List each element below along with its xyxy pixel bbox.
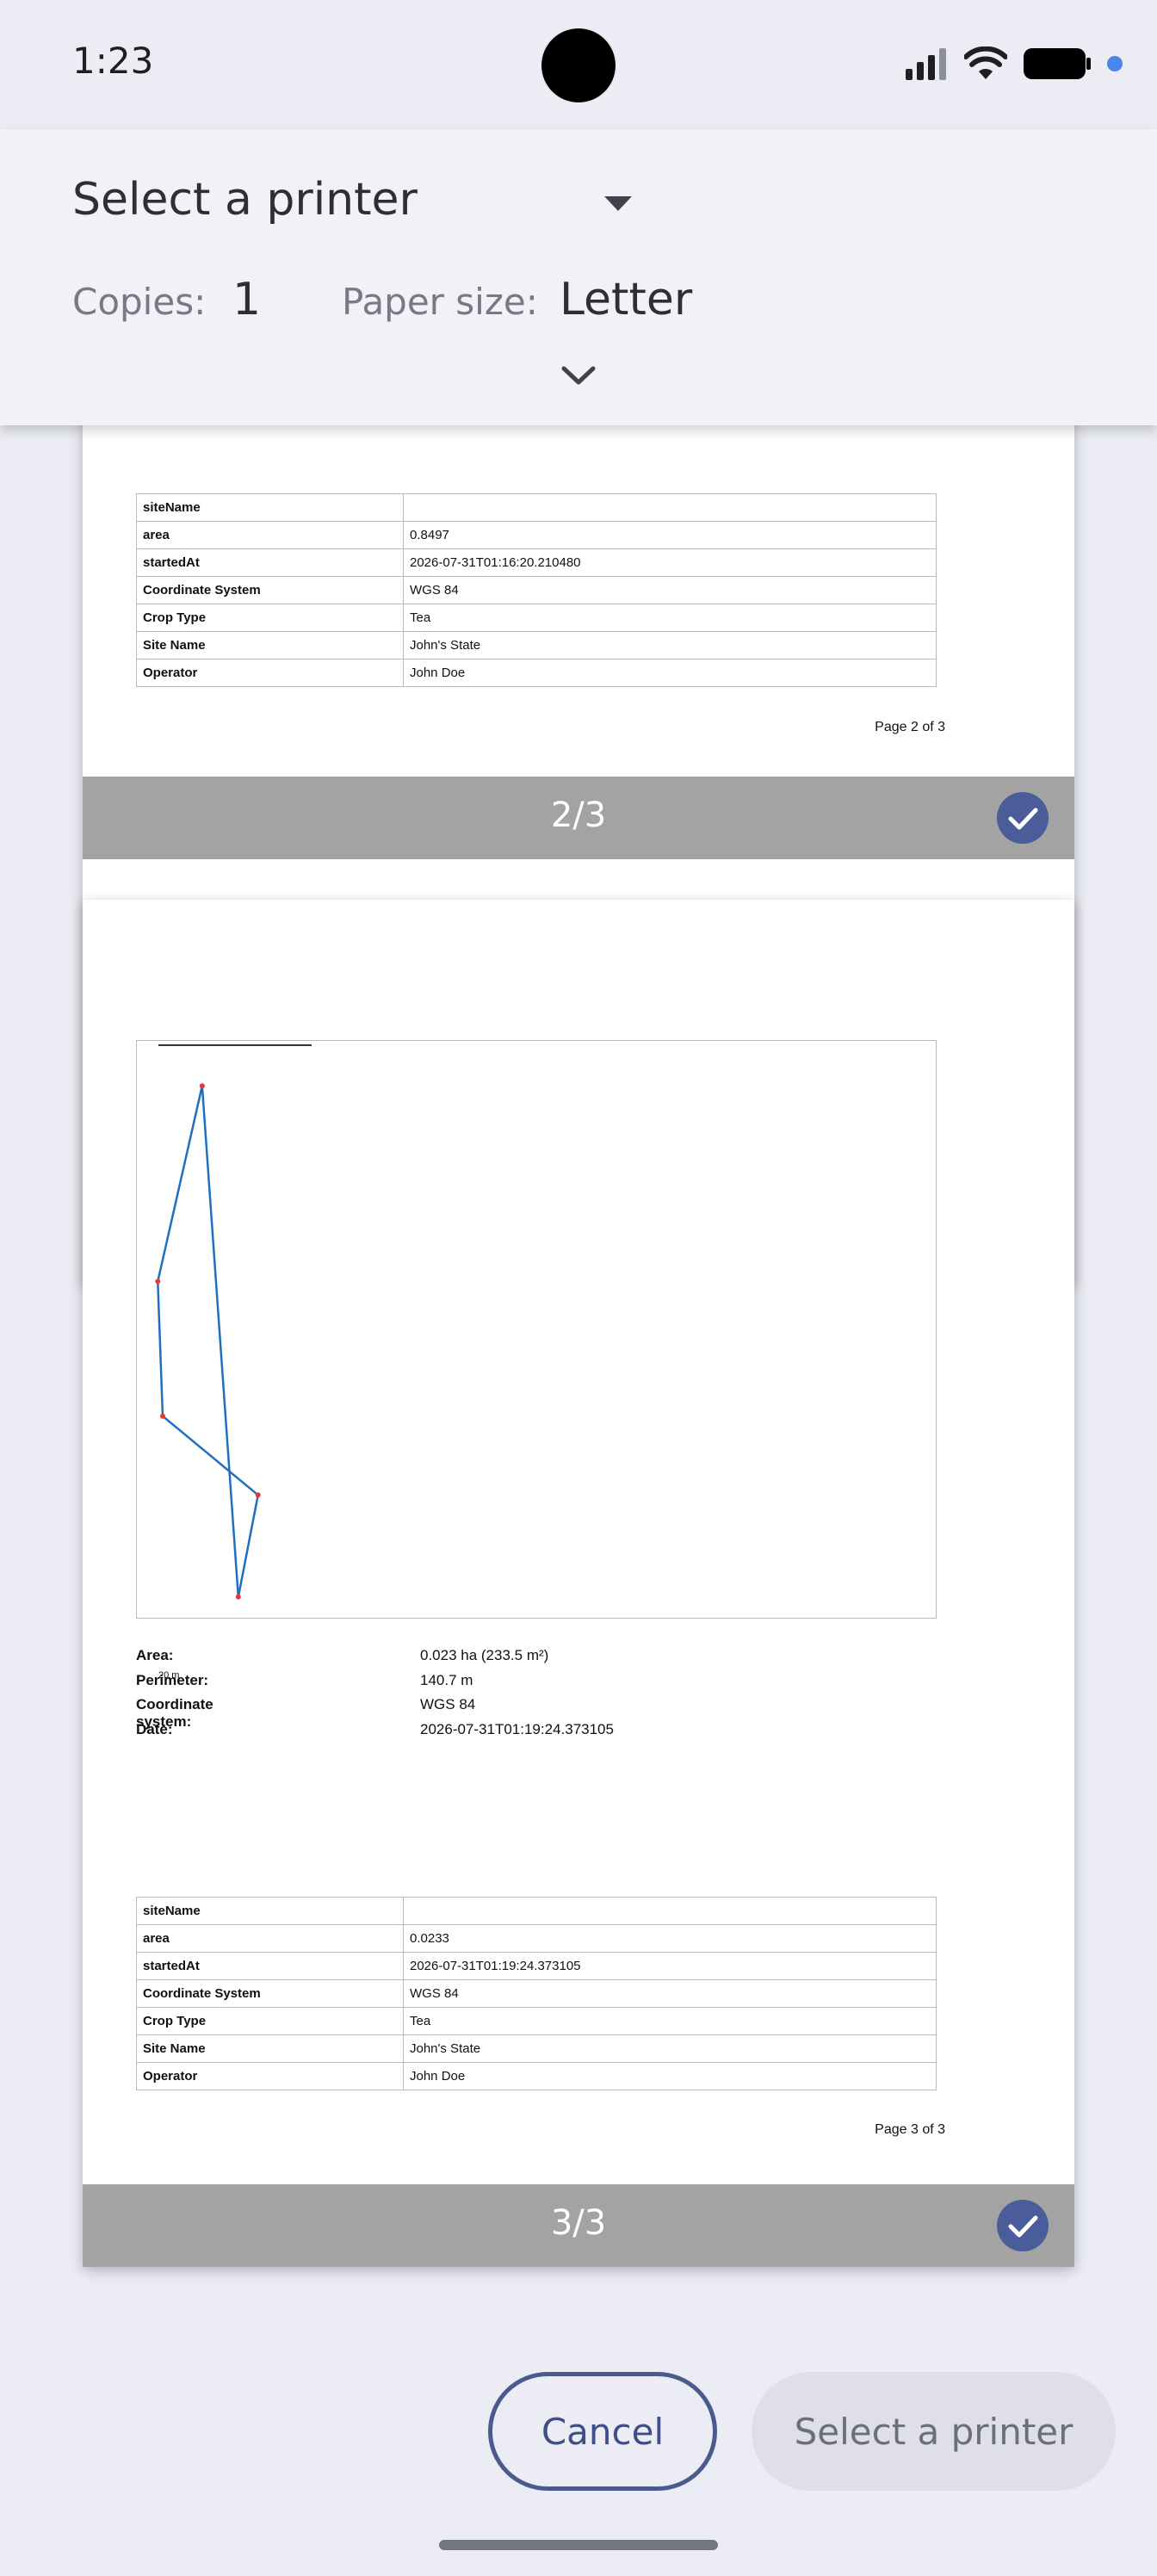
attribute-table-page-2: siteName area 0.8497 startedAt 2026-07-31T… <box>136 493 937 687</box>
polygon-vertex <box>235 1594 241 1600</box>
copies-value[interactable]: 1 <box>232 274 261 325</box>
printer-dropdown[interactable]: Select a printer <box>72 174 418 226</box>
polygon-vertex <box>160 1413 165 1419</box>
table-row: Operator John Doe <box>136 2062 937 2090</box>
camera-cutout <box>541 28 616 102</box>
signal-icon <box>906 48 946 80</box>
bottom-action-bar: Cancel Select a printer <box>0 2349 1157 2576</box>
print-preview-area[interactable]: siteName area 0.8497 startedAt 2026-07-31T… <box>0 425 1157 2349</box>
paper-size-value[interactable]: Letter <box>560 274 692 325</box>
page-selected-toggle[interactable] <box>997 2200 1049 2251</box>
table-row: siteName <box>136 493 937 522</box>
checkmark-icon <box>1008 2215 1038 2238</box>
battery-icon <box>1024 48 1091 79</box>
table-row: Site Name John's State <box>136 631 937 659</box>
attribute-table-page-3: siteName area 0.0233 startedAt 2026-07-31T… <box>136 1897 937 2090</box>
table-row: startedAt 2026-07-31T01:16:20.210480 <box>136 548 937 577</box>
page-number-text: Page 2 of 3 <box>875 720 945 734</box>
table-row: area 0.8497 <box>136 521 937 549</box>
cancel-button[interactable]: Cancel <box>488 2372 717 2491</box>
table-row: Coordinate System WGS 84 <box>136 576 937 604</box>
polygon-vertex <box>155 1279 161 1285</box>
table-row: area 0.0233 <box>136 1924 937 1953</box>
table-row: siteName <box>136 1897 937 1925</box>
table-row: Operator John Doe <box>136 659 937 687</box>
table-row: Crop Type Tea <box>136 604 937 632</box>
page-indicator: 3/3 <box>550 2203 607 2243</box>
page-indicator: 2/3 <box>550 796 607 835</box>
checkmark-icon <box>1008 808 1038 830</box>
polygon-vertex <box>199 1083 205 1089</box>
page-selected-toggle[interactable] <box>997 792 1049 844</box>
page-footer-bar: 2/3 <box>83 777 1074 859</box>
page-number-text: Page 3 of 3 <box>875 2122 945 2137</box>
status-time: 1:23 <box>72 40 154 82</box>
field-boundary-polygon <box>157 1086 260 1597</box>
table-row: Coordinate System WGS 84 <box>136 1979 937 2008</box>
print-options-panel: Select a printer Copies: 1 Paper size: L… <box>0 129 1157 425</box>
preview-page-3[interactable]: 20 m Area: 0.023 ha (233.5 m²) Perimeter:… <box>83 900 1074 2267</box>
status-bar: 1:23 <box>0 0 1157 129</box>
table-row: Site Name John's State <box>136 2034 937 2063</box>
table-row: Crop Type Tea <box>136 2007 937 2035</box>
select-printer-button[interactable]: Select a printer <box>752 2372 1116 2491</box>
home-indicator[interactable] <box>439 2540 718 2550</box>
page-footer-bar: 3/3 <box>83 2184 1074 2267</box>
polygon-vertex <box>255 1492 261 1498</box>
dropdown-caret-icon[interactable] <box>604 196 632 211</box>
chevron-down-icon[interactable] <box>559 363 598 389</box>
status-icons <box>904 43 1123 84</box>
table-row: startedAt 2026-07-31T01:19:24.373105 <box>136 1952 937 1980</box>
wifi-icon <box>964 46 1007 79</box>
copies-label: Copies: <box>72 281 207 323</box>
paper-size-label: Paper size: <box>342 281 538 323</box>
notification-dot <box>1107 56 1123 71</box>
